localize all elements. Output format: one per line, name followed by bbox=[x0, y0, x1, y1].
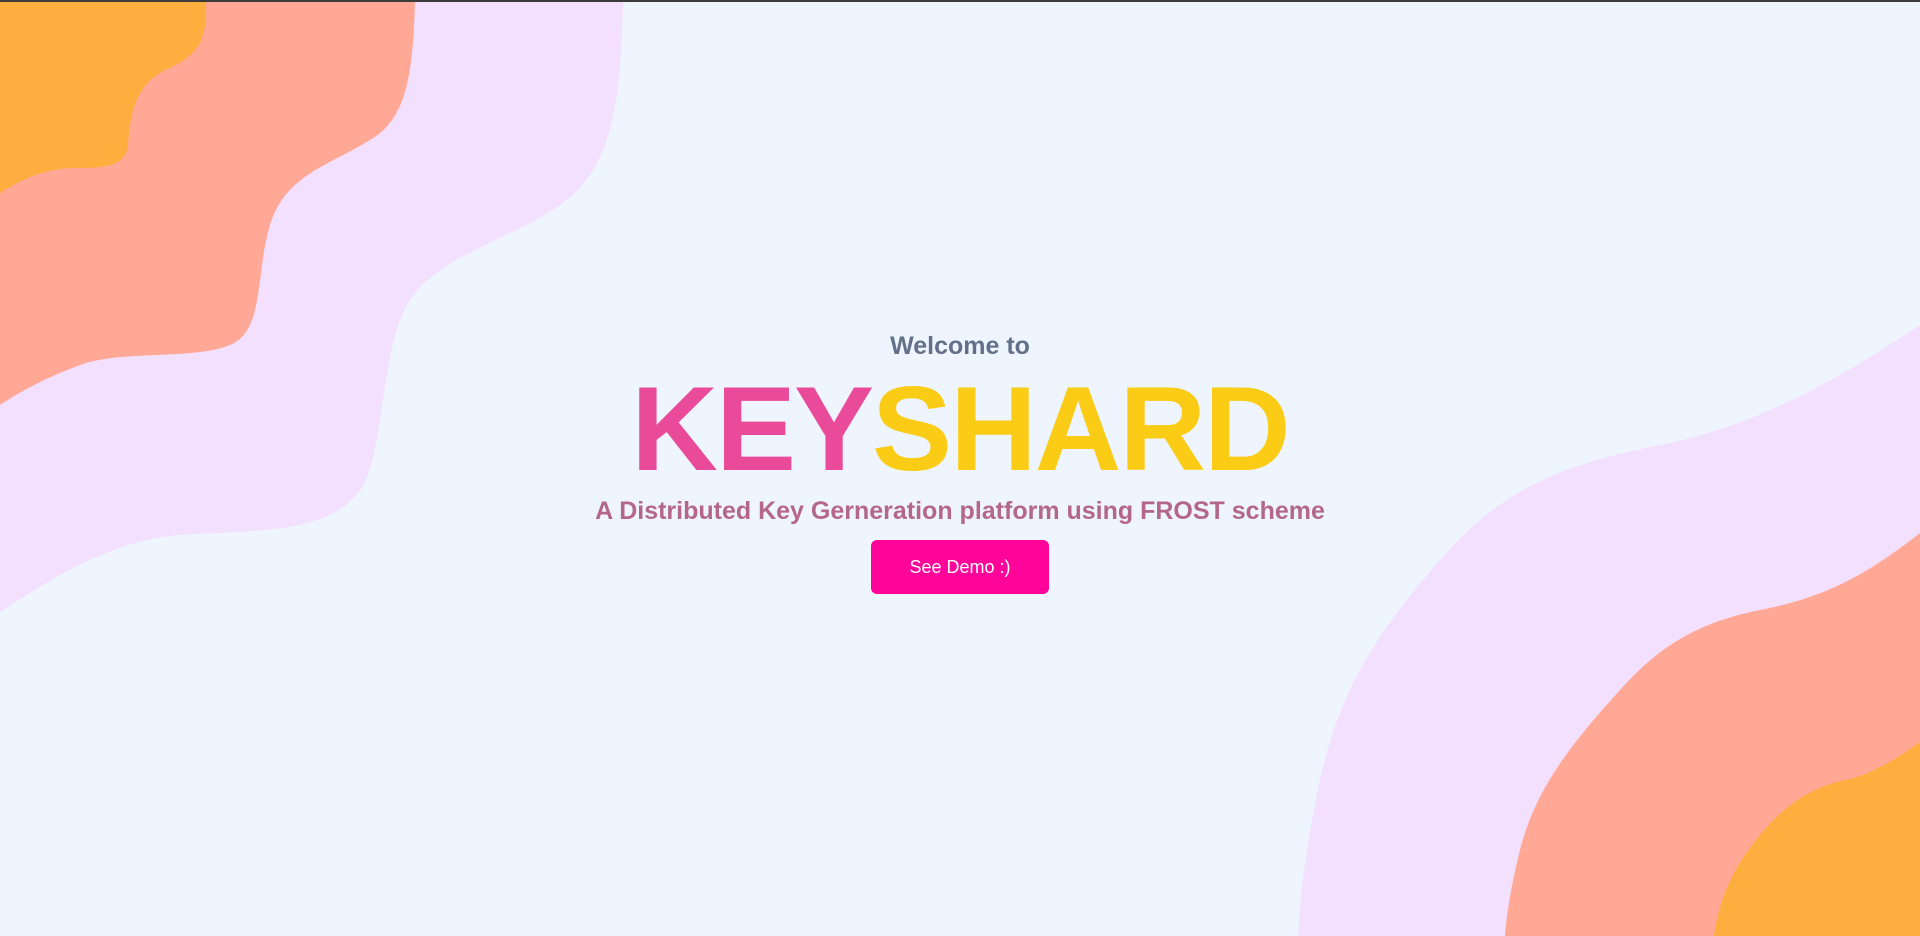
top-border bbox=[0, 0, 1920, 2]
brand-title: KEYSHARD bbox=[631, 369, 1290, 489]
tagline: A Distributed Key Gerneration platform u… bbox=[595, 497, 1325, 525]
see-demo-button[interactable]: See Demo :) bbox=[871, 540, 1049, 594]
brand-title-key: KEY bbox=[631, 362, 874, 496]
landing-page: Welcome to KEYSHARD A Distributed Key Ge… bbox=[0, 0, 1920, 936]
hero-section: Welcome to KEYSHARD A Distributed Key Ge… bbox=[0, 330, 1920, 594]
brand-title-shard: SHARD bbox=[872, 362, 1291, 496]
welcome-text: Welcome to bbox=[890, 332, 1030, 360]
